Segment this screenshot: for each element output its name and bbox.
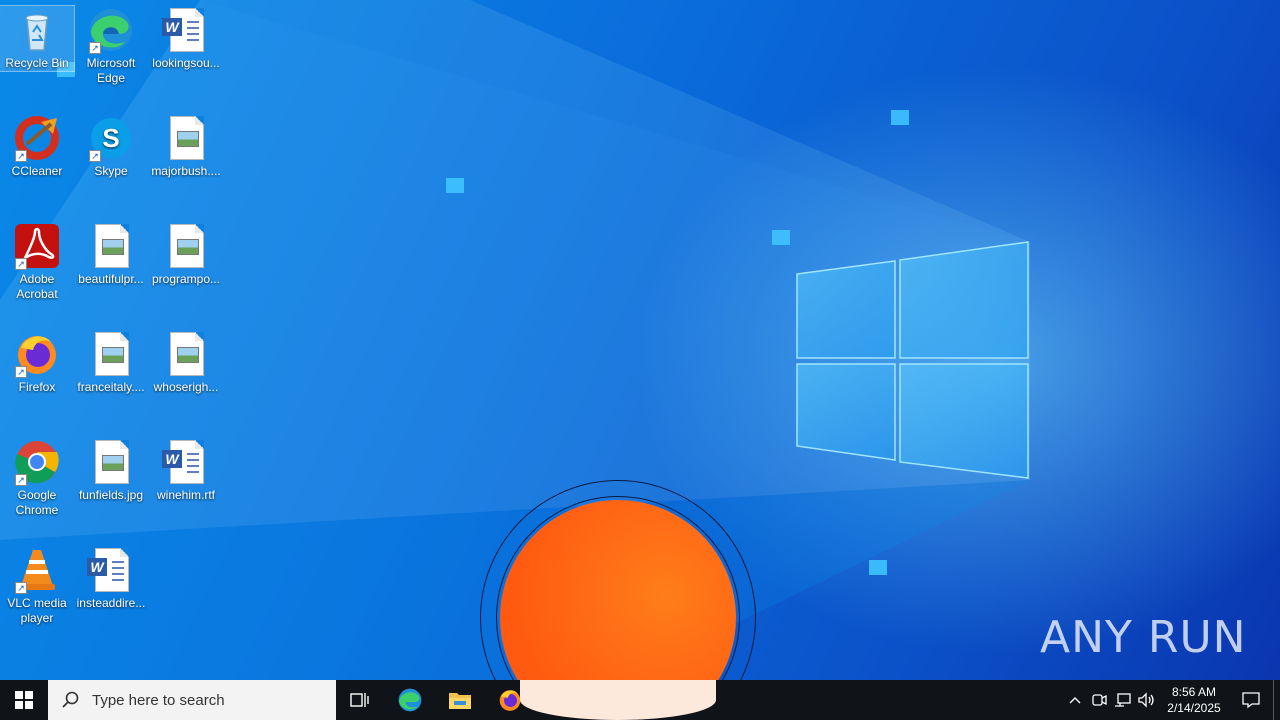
chrome-label: Google Chrome <box>15 488 59 517</box>
desktop-icon-majorbush[interactable]: majorbush.... <box>149 114 223 179</box>
file-label: programpo... <box>151 272 221 286</box>
vlc-label: VLC media player <box>7 596 67 625</box>
desktop-icon-programpo[interactable]: programpo... <box>149 222 223 287</box>
edge-icon <box>398 688 422 712</box>
file-label: insteaddire... <box>76 596 146 610</box>
decor-square <box>772 230 790 245</box>
desktop-icon-firefox[interactable]: ↗ Firefox <box>0 330 74 395</box>
shortcut-arrow-icon: ↗ <box>89 42 101 54</box>
recycle-bin-icon <box>13 6 61 54</box>
shortcut-arrow-icon: ↗ <box>15 474 27 486</box>
file-explorer-icon <box>449 693 471 709</box>
skype-icon: S ↗ <box>87 114 135 162</box>
file-label: franceitaly.... <box>77 380 145 394</box>
desktop-icon-recycle-bin[interactable]: Recycle Bin <box>0 5 75 72</box>
taskbar-edge-button[interactable] <box>386 680 434 720</box>
network-icon <box>1115 693 1131 707</box>
taskbar-search-box[interactable]: Type here to search <box>48 680 336 720</box>
show-hidden-icons-button[interactable] <box>1063 680 1087 720</box>
decor-square <box>891 110 909 125</box>
shortcut-arrow-icon: ↗ <box>15 366 27 378</box>
task-view-button[interactable] <box>336 680 384 720</box>
system-tray: 8:56 AM 2/14/2025 <box>1063 680 1280 720</box>
shortcut-arrow-icon: ↗ <box>89 150 101 162</box>
image-file-icon <box>87 330 135 378</box>
desktop-icon-vlc[interactable]: ↗ VLC media player <box>0 546 74 626</box>
file-label: majorbush.... <box>151 164 221 178</box>
desktop-icon-funfields[interactable]: funfields.jpg <box>74 438 148 503</box>
search-placeholder: Type here to search <box>92 691 225 709</box>
start-button[interactable] <box>0 680 48 720</box>
desktop-icon-skype[interactable]: S ↗ Skype <box>74 114 148 179</box>
shortcut-arrow-icon: ↗ <box>15 150 27 162</box>
word-document-icon: W <box>162 6 210 54</box>
desktop-icon-winehim[interactable]: W winehim.rtf <box>149 438 223 503</box>
volume-button[interactable] <box>1135 680 1159 720</box>
svg-text:S: S <box>102 123 119 153</box>
edge-icon: ↗ <box>87 6 135 54</box>
task-view-icon <box>350 693 369 707</box>
vlc-icon: ↗ <box>13 546 61 594</box>
image-file-icon <box>87 438 135 486</box>
meet-now-icon <box>1092 694 1107 706</box>
clock-date: 2/14/2025 <box>1167 701 1221 715</box>
image-file-icon <box>162 222 210 270</box>
action-center-button[interactable] <box>1229 680 1273 720</box>
edge-label: Microsoft Edge <box>86 56 136 85</box>
decor-square <box>446 178 464 193</box>
decor-square <box>869 560 887 575</box>
desktop-icon-ccleaner[interactable]: ↗ CCleaner <box>0 114 74 179</box>
image-file-icon <box>162 114 210 162</box>
file-label: lookingsou... <box>152 56 220 70</box>
taskbar-clock[interactable]: 8:56 AM 2/14/2025 <box>1159 684 1229 716</box>
clock-time: 8:56 AM <box>1171 685 1217 699</box>
word-document-icon: W <box>162 438 210 486</box>
show-desktop-button[interactable] <box>1273 680 1280 720</box>
firefox-icon: ↗ <box>13 330 61 378</box>
desktop-icon-acrobat[interactable]: ↗ Adobe Acrobat <box>0 222 74 302</box>
desktop-icon-franceitaly[interactable]: franceitaly.... <box>74 330 148 395</box>
search-icon <box>62 691 80 709</box>
anyrun-watermark: ANY RUN <box>1040 612 1247 663</box>
shortcut-arrow-icon: ↗ <box>15 582 27 594</box>
chrome-icon: ↗ <box>13 438 61 486</box>
desktop-icon-beautifulpr[interactable]: beautifulpr... <box>74 222 148 287</box>
acrobat-icon: ↗ <box>13 222 61 270</box>
file-label: winehim.rtf <box>156 488 215 502</box>
desktop-icon-chrome[interactable]: ↗ Google Chrome <box>0 438 74 518</box>
shortcut-arrow-icon: ↗ <box>15 258 27 270</box>
image-file-icon <box>162 330 210 378</box>
recycle-bin-label: Recycle Bin <box>5 56 69 70</box>
word-document-icon: W <box>87 546 135 594</box>
action-center-icon <box>1242 692 1260 709</box>
network-button[interactable] <box>1111 680 1135 720</box>
skype-label: Skype <box>94 164 128 178</box>
desktop-icon-whoserigh[interactable]: whoserigh... <box>149 330 223 395</box>
file-label: beautifulpr... <box>78 272 144 286</box>
acrobat-label: Adobe Acrobat <box>16 272 58 301</box>
volume-icon <box>1138 692 1154 708</box>
windows-logo-wallpaper <box>796 241 1029 479</box>
chevron-up-icon <box>1069 697 1081 704</box>
desktop-icon-insteaddire[interactable]: W insteaddire... <box>74 546 148 611</box>
file-label: whoserigh... <box>153 380 219 394</box>
meet-now-button[interactable] <box>1087 680 1111 720</box>
file-label: funfields.jpg <box>78 488 144 502</box>
image-file-icon <box>87 222 135 270</box>
desktop-icon-edge[interactable]: ↗ Microsoft Edge <box>74 6 148 86</box>
ccleaner-label: CCleaner <box>11 164 63 178</box>
firefox-label: Firefox <box>18 380 56 394</box>
click-indicator-circle-lower <box>520 680 716 720</box>
desktop-icon-lookingsou[interactable]: W lookingsou... <box>149 6 223 71</box>
ccleaner-icon: ↗ <box>13 114 61 162</box>
windows-start-icon <box>15 691 33 709</box>
desktop[interactable]: Recycle Bin ↗ CCleaner ↗ Adobe Acrobat ↗… <box>0 0 1280 680</box>
taskbar-file-explorer-button[interactable] <box>436 680 484 720</box>
